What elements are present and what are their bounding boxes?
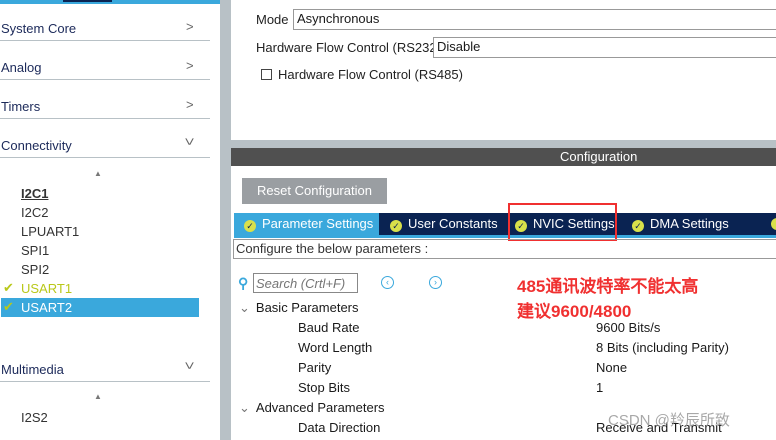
- group-advanced-parameters[interactable]: ⌄ Advanced Parameters: [239, 400, 385, 416]
- parameters-hint: Configure the below parameters :: [233, 239, 776, 259]
- section-divider: [231, 140, 776, 148]
- group-label: Advanced Parameters: [255, 400, 385, 415]
- parameter-name: Data Direction: [298, 420, 381, 435]
- check-circle-icon: ✓: [244, 220, 256, 232]
- parameter-value: None: [596, 360, 628, 375]
- parameter-name: Stop Bits: [298, 380, 351, 395]
- category-timers[interactable]: Timers >: [0, 95, 210, 119]
- parameter-value: 8 Bits (including Parity): [596, 340, 729, 355]
- tab-user-constants[interactable]: ✓ User Constants: [380, 213, 504, 235]
- category-multimedia[interactable]: Multimedia >: [0, 358, 210, 382]
- parameter-row[interactable]: Parity None: [231, 360, 776, 380]
- check-icon: ✔: [3, 299, 14, 314]
- category-analog[interactable]: Analog >: [0, 56, 210, 80]
- parameter-name: Parity: [298, 360, 332, 375]
- list-item-i2c2[interactable]: I2C2: [21, 203, 48, 222]
- chevron-right-icon: >: [186, 58, 194, 73]
- parameter-row[interactable]: Word Length 8 Bits (including Parity): [231, 340, 776, 360]
- previous-icon[interactable]: ‹: [381, 276, 394, 289]
- list-item-usart1[interactable]: USART1: [21, 279, 72, 298]
- chevron-right-icon: >: [186, 19, 194, 34]
- check-icon: ✔: [3, 280, 14, 295]
- rs232-select[interactable]: Disable: [433, 37, 776, 58]
- config-panel: Mode Asynchronous Hardware Flow Control …: [231, 0, 776, 440]
- tab-label: DMA Settings: [650, 216, 729, 231]
- expand-chevron-icon: ⌄: [239, 300, 250, 315]
- scroll-up-icon[interactable]: ▲: [94, 392, 102, 401]
- parameter-row[interactable]: Baud Rate 9600 Bits/s: [231, 320, 776, 340]
- watermark: CSDN @羚辰所致: [608, 412, 730, 429]
- list-item-usart2[interactable]: USART2: [21, 298, 72, 317]
- check-circle-icon: [771, 218, 776, 230]
- group-label: Basic Parameters: [255, 300, 359, 315]
- rs232-label: Hardware Flow Control (RS232): [256, 40, 441, 55]
- next-icon[interactable]: ›: [429, 276, 442, 289]
- category-system-core[interactable]: System Core >: [0, 17, 210, 41]
- tab-parameter-settings[interactable]: ✓ Parameter Settings: [234, 213, 379, 235]
- parameter-value: 1: [596, 380, 604, 395]
- rs485-checkbox[interactable]: [261, 69, 272, 80]
- category-label: Timers: [1, 99, 41, 114]
- chevron-down-icon: >: [180, 137, 200, 146]
- search-icon: ⚲: [238, 275, 249, 291]
- category-connectivity[interactable]: Connectivity >: [0, 134, 210, 158]
- check-circle-icon: ✓: [390, 220, 402, 232]
- parameter-name: Word Length: [298, 340, 373, 355]
- parameter-value: 9600 Bits/s: [596, 320, 661, 335]
- splitter[interactable]: [220, 0, 231, 440]
- category-label: Connectivity: [1, 138, 72, 153]
- annotation-line-1: 485通讯波特率不能太高: [517, 277, 699, 296]
- rs485-label: Hardware Flow Control (RS485): [278, 67, 463, 82]
- category-label: Multimedia: [1, 362, 64, 377]
- tab-underline: [234, 235, 776, 238]
- tab-dma-settings[interactable]: ✓ DMA Settings: [622, 213, 756, 235]
- mode-select[interactable]: Asynchronous: [293, 9, 776, 30]
- annotation-line-2: 建议9600/4800: [517, 302, 632, 321]
- category-label: System Core: [1, 21, 77, 36]
- list-item-lpuart1[interactable]: LPUART1: [21, 222, 79, 241]
- chevron-down-icon: >: [180, 361, 200, 370]
- reset-configuration-button[interactable]: Reset Configuration: [242, 178, 387, 204]
- parameter-row[interactable]: Stop Bits 1: [231, 380, 776, 400]
- list-item-i2c1[interactable]: I2C1: [21, 184, 48, 203]
- sidebar-tab-indicator: [63, 0, 112, 2]
- annotation-highlight-box: [508, 203, 617, 241]
- list-item-spi1[interactable]: SPI1: [21, 241, 49, 260]
- list-item-spi2[interactable]: SPI2: [21, 260, 49, 279]
- sidebar: System Core > Analog > Timers > Connectivit…: [0, 0, 220, 440]
- configuration-header: Configuration: [231, 148, 776, 166]
- mode-label: Mode: [256, 12, 289, 27]
- configuration-title: Configuration: [560, 149, 638, 164]
- list-item-i2s2[interactable]: I2S2: [21, 408, 48, 427]
- category-label: Analog: [1, 60, 42, 75]
- group-basic-parameters[interactable]: ⌄ Basic Parameters: [239, 300, 359, 316]
- expand-chevron-icon: ⌄: [239, 400, 250, 415]
- tab-label: Parameter Settings: [262, 216, 374, 231]
- search-input[interactable]: [253, 273, 358, 293]
- tab-label: User Constants: [408, 216, 498, 231]
- chevron-right-icon: >: [186, 97, 194, 112]
- check-circle-icon: ✓: [632, 220, 644, 232]
- scroll-up-icon[interactable]: ▲: [94, 169, 102, 178]
- parameter-name: Baud Rate: [298, 320, 360, 335]
